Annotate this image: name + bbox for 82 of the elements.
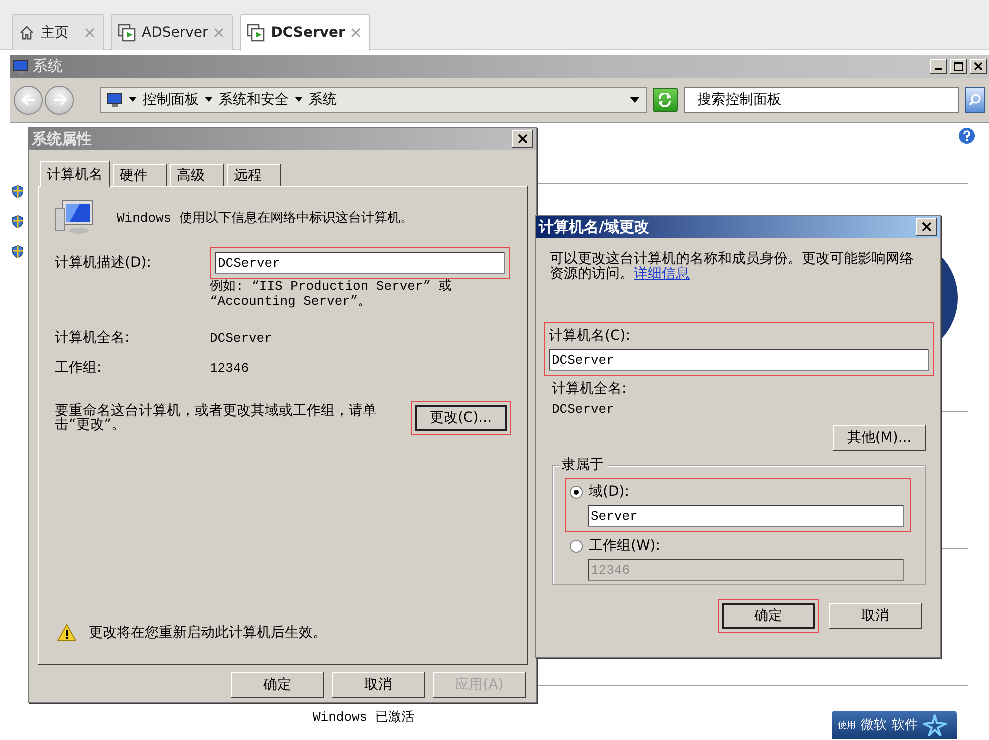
dialog-title: 系统属性: [32, 130, 92, 148]
radio-button[interactable]: [570, 540, 583, 552]
search-field[interactable]: 搜索控制面板: [684, 87, 960, 113]
tab[interactable]: 计算机名: [40, 161, 110, 187]
input-field[interactable]: DCServer: [549, 349, 929, 371]
shield-icon: [12, 215, 24, 229]
field-label: 工作组:: [55, 359, 103, 377]
close-button[interactable]: [970, 59, 987, 74]
caret-icon[interactable]: [129, 97, 137, 103]
details-link[interactable]: 详细信息: [634, 266, 690, 282]
dropdown-caret-icon[interactable]: [630, 97, 640, 103]
caret-icon[interactable]: [205, 97, 213, 103]
back-button[interactable]: [14, 86, 43, 114]
more-button[interactable]: 其他(M)...: [833, 425, 926, 451]
activation-status-text: Windows 已激活: [313, 709, 414, 726]
home-icon: [19, 24, 35, 40]
badge-text: 软件: [892, 717, 918, 734]
close-icon: [974, 62, 983, 71]
shield-icon: [12, 185, 24, 199]
field-label: 计算机名(C):: [549, 327, 632, 345]
monitor-icon: [12, 58, 30, 74]
minimize-icon: [935, 68, 942, 70]
breadcrumb-item[interactable]: 系统和安全: [219, 91, 289, 109]
instruction-text: 要重命名这台计算机，或者更改其域或工作组，请单击“更改”。: [55, 404, 377, 432]
forward-button[interactable]: [45, 86, 74, 114]
intro-text: 可以更改这台计算机的名称和成员身份。更改可能影响网络资源的访问。详细信息: [550, 252, 915, 282]
virtual-machine-icon: [247, 24, 266, 42]
badge-text: 微软: [861, 717, 887, 734]
close-icon: [922, 222, 932, 232]
close-icon[interactable]: [351, 28, 362, 38]
monitor-icon: [107, 92, 123, 108]
dialog-button[interactable]: 取消: [829, 603, 922, 629]
address-bar[interactable]: 控制面板 系统和安全 系统: [100, 87, 647, 113]
radio-button[interactable]: [570, 486, 583, 498]
tab[interactable]: 高级: [170, 164, 224, 186]
search-button[interactable]: [965, 87, 985, 113]
browser-tab[interactable]: ADServer: [111, 14, 234, 50]
input-field[interactable]: DCServer: [215, 252, 505, 274]
virtual-machine-icon: [118, 24, 136, 42]
breadcrumb-item[interactable]: 控制面板: [143, 91, 199, 109]
caret-icon[interactable]: [295, 97, 303, 103]
warning-text: 更改将在您重新启动此计算机后生效。: [89, 624, 327, 642]
forward-arrow-icon: [52, 94, 66, 106]
radio-label[interactable]: 工作组(W):: [589, 537, 660, 555]
maximize-button[interactable]: [950, 59, 967, 74]
maximize-icon: [954, 62, 963, 71]
warning-icon: [57, 624, 77, 642]
tab[interactable]: 硬件: [113, 164, 167, 186]
star-icon: [923, 714, 947, 736]
tab[interactable]: 远程: [227, 164, 281, 186]
dialog-title: 计算机名/域更改: [539, 218, 650, 236]
shield-icon: [12, 245, 24, 259]
badge-text: 使用: [838, 720, 856, 732]
dialog-button[interactable]: 确定: [231, 672, 324, 698]
field-value: DCServer: [210, 330, 274, 346]
refresh-button[interactable]: [652, 88, 678, 112]
group-label: 隶属于: [559, 456, 607, 474]
genuine-software-badge[interactable]: 使用 微软 软件: [832, 711, 957, 739]
search-icon: [969, 94, 982, 106]
field-label: 计算机全名:: [552, 380, 628, 398]
intro-text: Windows 使用以下信息在网络中标识这台计算机。: [117, 210, 414, 227]
help-icon[interactable]: [958, 127, 976, 145]
computer-icon: [55, 199, 95, 237]
field-value: DCServer: [552, 402, 616, 417]
field-label: 计算机全名:: [55, 329, 131, 347]
back-arrow-icon: [22, 94, 36, 106]
dialog-button[interactable]: 确定: [722, 603, 815, 629]
window-title: 系统: [33, 57, 63, 76]
close-icon: [518, 134, 528, 144]
browser-tab[interactable]: DCServer: [240, 14, 370, 51]
refresh-icon: [657, 93, 674, 107]
input-field[interactable]: Server: [588, 505, 904, 527]
radio-label[interactable]: 域(D):: [589, 483, 630, 501]
example-text: 例如: “IIS Production Server” 或 “Accounting Server”。: [210, 279, 453, 309]
field-value: 12346: [210, 360, 250, 376]
change-button[interactable]: 更改(C)...: [415, 405, 507, 431]
breadcrumb-item[interactable]: 系统: [309, 91, 337, 109]
browser-tab[interactable]: 主页: [12, 14, 104, 50]
field-label: 计算机描述(D):: [55, 254, 152, 272]
dialog-button[interactable]: 取消: [332, 672, 425, 698]
minimize-button[interactable]: [930, 59, 947, 74]
close-button[interactable]: [916, 218, 937, 236]
